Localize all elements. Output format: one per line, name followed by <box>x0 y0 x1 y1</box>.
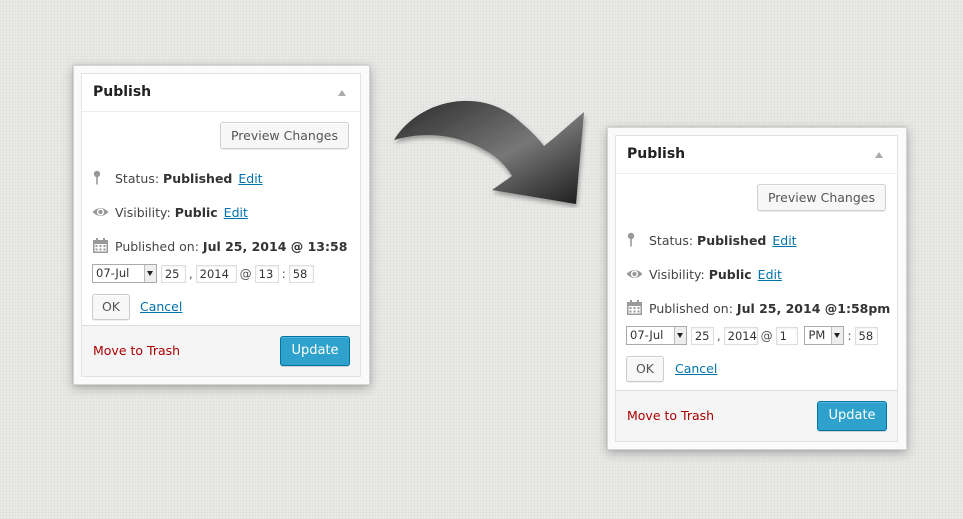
colon-separator: : <box>281 266 286 281</box>
visibility-edit-link[interactable]: Edit <box>224 205 248 220</box>
move-to-trash-link[interactable]: Move to Trash <box>627 408 714 423</box>
preview-changes-button[interactable]: Preview Changes <box>219 122 349 149</box>
status-row: Status: Published Edit <box>92 170 263 188</box>
curved-arrow-icon <box>394 100 584 204</box>
panel-title: Publish <box>93 84 152 100</box>
update-button[interactable]: Update <box>280 336 350 366</box>
month-select-value: 07-Jul <box>630 328 664 342</box>
day-input[interactable]: 25 <box>160 264 186 283</box>
visibility-row: Visibility: Public Edit <box>626 266 782 284</box>
month-select[interactable]: 07-Jul <box>92 264 157 283</box>
publish-panel-after: Publish Preview Changes Status: Publishe… <box>607 127 907 450</box>
ampm-select[interactable]: PM <box>804 326 845 345</box>
at-separator: @ <box>239 266 252 281</box>
cancel-link[interactable]: Cancel <box>675 361 717 376</box>
pin-icon <box>626 232 643 248</box>
eye-icon <box>626 266 643 282</box>
year-input[interactable]: 2014 <box>723 326 758 345</box>
publish-box: Publish Preview Changes Status: Publishe… <box>81 73 361 377</box>
publish-box: Publish Preview Changes Status: Publishe… <box>615 135 898 442</box>
ok-button[interactable]: OK <box>92 294 130 320</box>
box-header[interactable]: Publish <box>616 136 897 174</box>
pin-icon <box>92 170 109 186</box>
visibility-value: Public <box>708 267 752 282</box>
comma-separator: , <box>716 328 721 343</box>
published-value: Jul 25, 2014 @ 13:58 <box>202 239 348 254</box>
comma-separator: , <box>188 266 193 281</box>
visibility-label: Visibility: <box>649 267 705 282</box>
panel-title: Publish <box>627 146 686 162</box>
colon-separator: : <box>847 328 852 343</box>
date-editor: 07-Jul 25, 2014 @1 PM:58 <box>626 326 878 345</box>
move-to-trash-link[interactable]: Move to Trash <box>93 343 180 358</box>
ok-button[interactable]: OK <box>626 356 664 382</box>
published-row: Published on: Jul 25, 2014 @1:58pm <box>626 300 890 318</box>
day-input[interactable]: 25 <box>690 326 714 345</box>
status-edit-link[interactable]: Edit <box>772 233 796 248</box>
published-label: Published on: <box>115 239 199 254</box>
ampm-select-value: PM <box>808 328 826 342</box>
status-edit-link[interactable]: Edit <box>238 171 262 186</box>
triangle-up-icon[interactable] <box>875 152 883 158</box>
cancel-link[interactable]: Cancel <box>140 299 182 314</box>
box-header[interactable]: Publish <box>82 74 360 112</box>
month-select-value: 07-Jul <box>96 266 130 280</box>
box-footer: Move to Trash Update <box>616 390 897 441</box>
status-value: Published <box>163 171 233 186</box>
chevron-down-icon <box>831 327 844 344</box>
calendar-icon <box>92 238 109 254</box>
update-button[interactable]: Update <box>817 401 887 431</box>
publish-panel-before: Publish Preview Changes Status: Publishe… <box>73 65 370 385</box>
month-select[interactable]: 07-Jul <box>626 326 687 345</box>
status-label: Status: <box>649 233 694 248</box>
chevron-down-icon <box>674 327 686 344</box>
eye-icon <box>92 204 109 220</box>
preview-changes-button[interactable]: Preview Changes <box>756 184 886 211</box>
date-editor: 07-Jul 25, 2014 @13:58 <box>92 264 314 283</box>
triangle-up-icon[interactable] <box>338 90 346 96</box>
visibility-value: Public <box>174 205 218 220</box>
status-row: Status: Published Edit <box>626 232 797 250</box>
box-footer: Move to Trash Update <box>82 325 360 376</box>
year-input[interactable]: 2014 <box>195 264 237 283</box>
status-value: Published <box>697 233 767 248</box>
visibility-row: Visibility: Public Edit <box>92 204 248 222</box>
at-separator: @ <box>760 328 773 343</box>
status-label: Status: <box>115 171 160 186</box>
visibility-edit-link[interactable]: Edit <box>758 267 782 282</box>
chevron-down-icon <box>144 265 156 282</box>
minute-input[interactable]: 58 <box>854 326 878 345</box>
published-value: Jul 25, 2014 @1:58pm <box>736 301 891 316</box>
hour-input[interactable]: 1 <box>775 326 798 345</box>
hour-input[interactable]: 13 <box>254 264 279 283</box>
calendar-icon <box>626 300 643 316</box>
minute-input[interactable]: 58 <box>288 264 314 283</box>
published-label: Published on: <box>649 301 733 316</box>
visibility-label: Visibility: <box>115 205 171 220</box>
published-row: Published on: Jul 25, 2014 @ 13:58 <box>92 238 347 256</box>
